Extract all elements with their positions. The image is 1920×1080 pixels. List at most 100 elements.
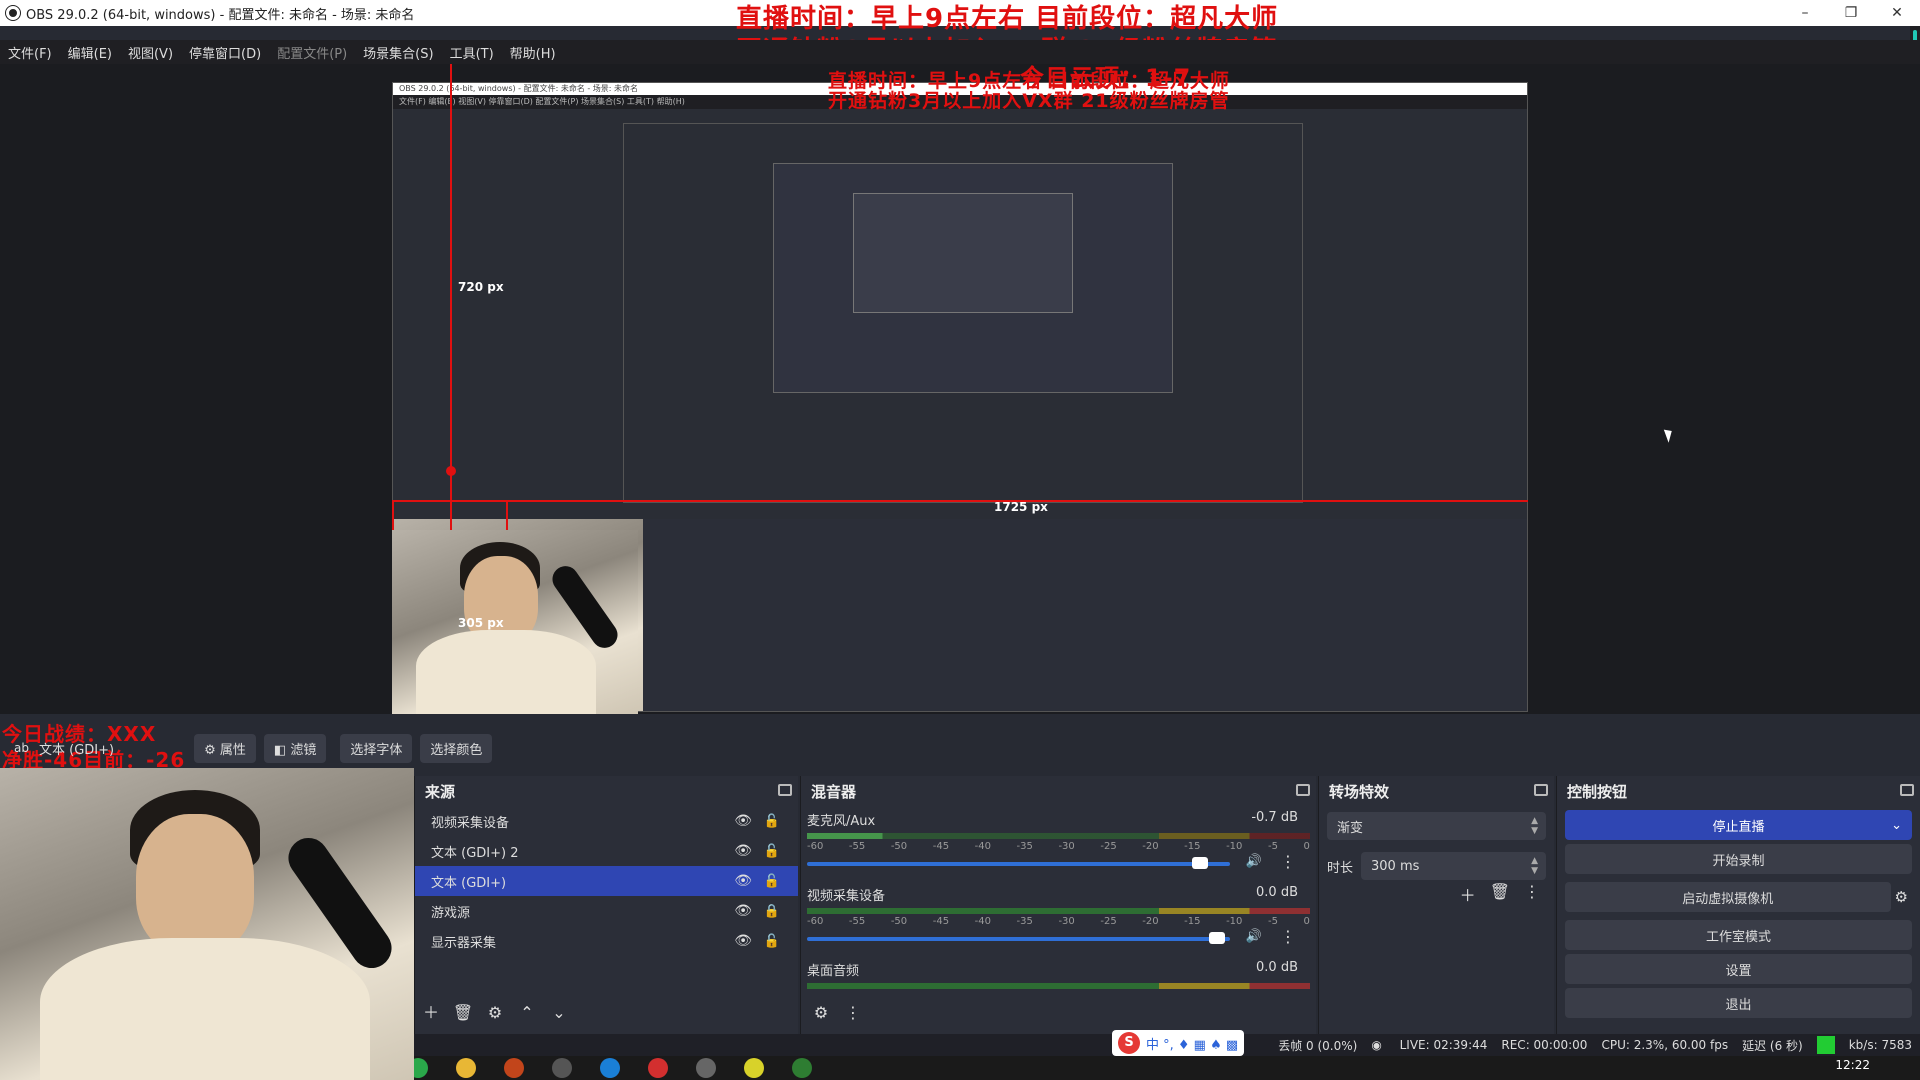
unlock-icon[interactable]: 🔓 bbox=[764, 934, 780, 949]
unlock-icon[interactable]: 🔓 bbox=[764, 814, 780, 829]
stop-stream-button[interactable]: 停止直播 ⌄ bbox=[1565, 810, 1912, 840]
source-item[interactable]: 视频采集设备 👁 🔓 bbox=[415, 806, 798, 836]
undock-icon[interactable] bbox=[778, 784, 792, 796]
volume-slider[interactable]: 🔊 ⋮ bbox=[807, 927, 1310, 947]
app-icon[interactable] bbox=[792, 1058, 812, 1078]
menu-docks[interactable]: 停靠窗口(D) bbox=[181, 43, 269, 62]
browser-icon[interactable] bbox=[600, 1058, 620, 1078]
sources-dock: 来源 视频采集设备 👁 🔓 文本 (GDI+) 2 👁 🔓 文本 (GDI+) … bbox=[414, 776, 798, 1036]
cpu-status: CPU: 2.3%, 60.00 fps bbox=[1601, 1038, 1729, 1052]
meter-tick-label: -10 bbox=[1226, 841, 1243, 852]
chevron-down-icon[interactable]: ⌄ bbox=[1891, 818, 1902, 833]
ime-status-icons[interactable]: 中 °, ♦ ▦ ♠ ▩ bbox=[1146, 1034, 1238, 1053]
select-color-button[interactable]: 选择颜色 bbox=[420, 733, 493, 763]
mixer-footer: ⚙ ⋮ bbox=[805, 1000, 869, 1026]
properties-button[interactable]: ⚙ 属性 bbox=[194, 733, 256, 763]
source-settings-icon[interactable]: ⚙ bbox=[479, 1000, 511, 1026]
label-src-height-px: 305 px bbox=[458, 616, 504, 630]
controls-title: 控制按钮 bbox=[1567, 782, 1628, 801]
obs-icon[interactable] bbox=[552, 1058, 572, 1078]
visibility-eye-icon[interactable]: 👁 bbox=[734, 903, 752, 919]
menu-view[interactable]: 视图(V) bbox=[120, 43, 181, 62]
preview-canvas[interactable]: OBS 29.0.2 (64-bit, windows) - 配置文件: 未命名… bbox=[0, 64, 1920, 714]
restore-button[interactable]: ❐ bbox=[1828, 0, 1874, 26]
unlock-icon[interactable]: 🔓 bbox=[764, 874, 780, 889]
visibility-eye-icon[interactable]: 👁 bbox=[734, 843, 752, 859]
minimize-button[interactable]: – bbox=[1782, 0, 1828, 26]
remove-source-icon[interactable]: 🗑 bbox=[447, 1000, 479, 1026]
menu-file[interactable]: 文件(F) bbox=[0, 43, 60, 62]
app-icon[interactable] bbox=[744, 1058, 764, 1078]
app-icon[interactable] bbox=[504, 1058, 524, 1078]
menu-edit[interactable]: 编辑(E) bbox=[60, 43, 120, 62]
visibility-eye-icon[interactable]: 👁 bbox=[734, 813, 752, 829]
transition-menu-icon[interactable]: ⋮ bbox=[1524, 882, 1540, 906]
exit-button[interactable]: 退出 bbox=[1565, 988, 1912, 1018]
obs-logo-icon bbox=[6, 6, 20, 20]
transitions-dock-header: 转场特效 bbox=[1319, 776, 1554, 806]
move-up-icon[interactable]: ⌃ bbox=[511, 1000, 543, 1026]
app-icon[interactable] bbox=[648, 1058, 668, 1078]
menu-tools[interactable]: 工具(T) bbox=[442, 43, 502, 62]
slider-knob[interactable] bbox=[1192, 857, 1209, 869]
filters-button[interactable]: ◧ 滤镜 bbox=[263, 733, 327, 763]
transition-select[interactable]: 渐变 ▲ ▼ bbox=[1327, 812, 1546, 840]
add-transition-icon[interactable]: ＋ bbox=[1460, 882, 1476, 906]
nested-capture-level4 bbox=[853, 193, 1073, 313]
selection-box[interactable] bbox=[392, 500, 508, 534]
visibility-eye-icon[interactable]: 👁 bbox=[734, 933, 752, 949]
menu-profile[interactable]: 配置文件(P) bbox=[269, 43, 355, 62]
folder-icon[interactable] bbox=[456, 1058, 476, 1078]
add-source-icon[interactable]: ＋ bbox=[415, 1000, 447, 1026]
preview-webcam bbox=[392, 530, 638, 714]
transition-actions: ＋ 🗑 ⋮ bbox=[1460, 882, 1540, 906]
move-down-icon[interactable]: ⌄ bbox=[543, 1000, 575, 1026]
more-options-icon[interactable]: ⋮ bbox=[1280, 852, 1296, 871]
settings-button[interactable]: 设置 bbox=[1565, 954, 1912, 984]
speaker-icon[interactable]: 🔊 bbox=[1246, 929, 1262, 944]
close-button[interactable]: ✕ bbox=[1874, 0, 1920, 26]
undock-icon[interactable] bbox=[1296, 784, 1310, 796]
visibility-eye-icon[interactable]: 👁 bbox=[734, 873, 752, 889]
source-item-label: 文本 (GDI+) bbox=[431, 875, 507, 891]
lock-icon[interactable]: 🔒 bbox=[764, 904, 780, 919]
slider-knob[interactable] bbox=[1209, 932, 1226, 944]
advanced-audio-icon[interactable]: ⚙ bbox=[805, 1000, 837, 1026]
menu-help[interactable]: 帮助(H) bbox=[502, 43, 564, 62]
transitions-title: 转场特效 bbox=[1329, 782, 1390, 801]
app-icon[interactable] bbox=[696, 1058, 716, 1078]
menu-scene-collection[interactable]: 场景集合(S) bbox=[355, 43, 441, 62]
studio-mode-button[interactable]: 工作室模式 bbox=[1565, 920, 1912, 950]
unlock-icon[interactable]: 🔓 bbox=[764, 844, 780, 859]
mouse-cursor-icon bbox=[1663, 427, 1676, 443]
guide-handle[interactable] bbox=[446, 466, 456, 476]
virtual-cam-row: 启动虚拟摄像机 ⚙ bbox=[1557, 878, 1920, 916]
ime-toolbar[interactable]: S 中 °, ♦ ▦ ♠ ▩ bbox=[1112, 1030, 1245, 1056]
source-item[interactable]: 文本 (GDI+) 2 👁 🔓 bbox=[415, 836, 798, 866]
source-item[interactable]: 显示器采集 👁 🔓 bbox=[415, 926, 798, 956]
volume-slider[interactable]: 🔊 ⋮ bbox=[807, 852, 1310, 872]
rec-status: REC: 00:00:00 bbox=[1501, 1038, 1588, 1052]
channel-db: 0.0 dB bbox=[1256, 960, 1298, 975]
meter-tick-label: -25 bbox=[1100, 916, 1117, 927]
remove-transition-icon[interactable]: 🗑 bbox=[1490, 882, 1510, 906]
virtual-cam-settings-icon[interactable]: ⚙ bbox=[1895, 888, 1908, 906]
meter-tick-label: -10 bbox=[1226, 916, 1243, 927]
spin-arrows-icon[interactable]: ▲ ▼ bbox=[1531, 856, 1538, 876]
undock-icon[interactable] bbox=[1534, 784, 1548, 796]
undock-icon[interactable] bbox=[1900, 784, 1914, 796]
source-item[interactable]: 游戏源 👁 🔒 bbox=[415, 896, 798, 926]
sources-footer: ＋ 🗑 ⚙ ⌃ ⌄ bbox=[415, 1000, 575, 1026]
speaker-icon[interactable]: 🔊 bbox=[1246, 854, 1262, 869]
select-font-button[interactable]: 选择字体 bbox=[340, 733, 413, 763]
virtual-cam-button[interactable]: 启动虚拟摄像机 bbox=[1565, 882, 1891, 912]
duration-input[interactable]: 300 ms ▲ ▼ bbox=[1361, 852, 1546, 880]
start-record-button[interactable]: 开始录制 bbox=[1565, 844, 1912, 874]
mixer-menu-icon[interactable]: ⋮ bbox=[837, 1000, 869, 1026]
meter-tick-label: -5 bbox=[1267, 916, 1278, 927]
meter-tick-label: -55 bbox=[848, 841, 866, 852]
more-options-icon[interactable]: ⋮ bbox=[1280, 927, 1296, 946]
source-item-selected[interactable]: 文本 (GDI+) 👁 🔓 bbox=[415, 866, 798, 896]
meter-tick-label: -15 bbox=[1184, 841, 1201, 852]
meter-tick-label: -60 bbox=[807, 841, 824, 852]
